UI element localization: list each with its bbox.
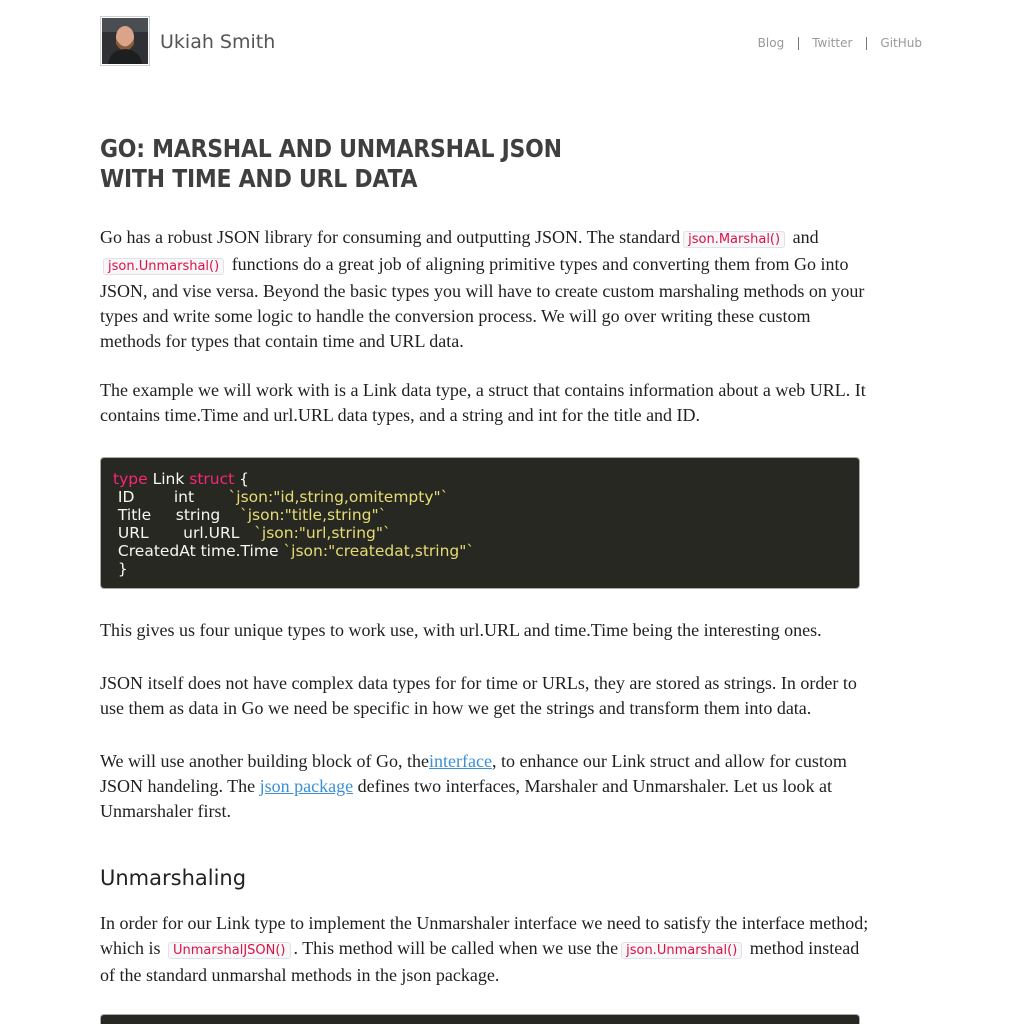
paragraph-text: Go has a robust JSON library for consumi… [100,227,681,247]
json-strings-paragraph: JSON itself does not have complex data t… [100,673,857,718]
post-title-line-2: WITH TIME AND URL DATA [100,164,418,193]
example-paragraph: The example we will work with is a Link … [100,380,866,425]
paragraph-text: . This method will be called when we use… [293,938,619,958]
unmarshaler-paragraph: In order for our Link type to implement … [100,911,870,988]
inline-code: UnmarshalJSON() [168,942,291,959]
code-string: `json:"url,string"` [254,524,391,542]
code-text: CreatedAt time.Time [113,542,284,560]
intro-paragraph: Go has a robust JSON library for consumi… [100,225,870,354]
code-text: URL url.URL [113,524,255,542]
types-paragraph: This gives us four unique types to work … [100,620,822,640]
site-title-link[interactable]: Ukiah Smith [160,31,275,53]
post-title: GO: MARSHAL AND UNMARSHAL JSON WITH TIME … [100,134,562,194]
code-text: } [113,560,128,578]
inline-code: json.Unmarshal() [103,258,225,275]
interface-paragraph: We will use another building block of Go… [100,749,870,824]
nav-twitter-link[interactable]: Twitter [812,36,852,50]
nav-divider [866,36,868,50]
code-content: type Link struct { ID int `json:"id,stri… [101,458,859,590]
code-string: `json:"createdat,string"` [283,542,475,560]
avatar[interactable] [100,16,150,66]
code-string: `json:"id,string,omitempty"` [228,488,449,506]
inline-code: json.Marshal() [683,231,786,248]
nav-blog-link[interactable]: Blog [758,36,785,50]
code-text: Link [147,470,190,488]
section-heading-unmarshaling: Unmarshaling [100,866,247,890]
code-text: { [234,470,249,488]
nav-divider [798,36,800,50]
interface-link[interactable]: interface [429,751,492,771]
code-string: `json:"title,string"` [239,506,387,524]
paragraph-text: We will use another building block of Go… [100,751,429,771]
code-block [100,1014,860,1024]
author-photo-image [102,18,148,64]
top-nav: Blog Twitter GitHub [758,36,922,50]
post-title-line-1: GO: MARSHAL AND UNMARSHAL JSON [100,134,562,163]
code-keyword: struct [189,470,235,488]
json-package-link[interactable]: json package [260,776,353,796]
code-block: type Link struct { ID int `json:"id,stri… [100,457,860,589]
paragraph-text: and [792,227,819,247]
inline-code: json.Unmarshal() [621,942,743,959]
code-keyword: type [113,470,148,488]
site-header: Ukiah Smith Blog Twitter GitHub [100,16,922,66]
code-text: ID int [113,488,229,506]
code-text: Title string [113,506,240,524]
nav-github-link[interactable]: GitHub [880,36,922,50]
